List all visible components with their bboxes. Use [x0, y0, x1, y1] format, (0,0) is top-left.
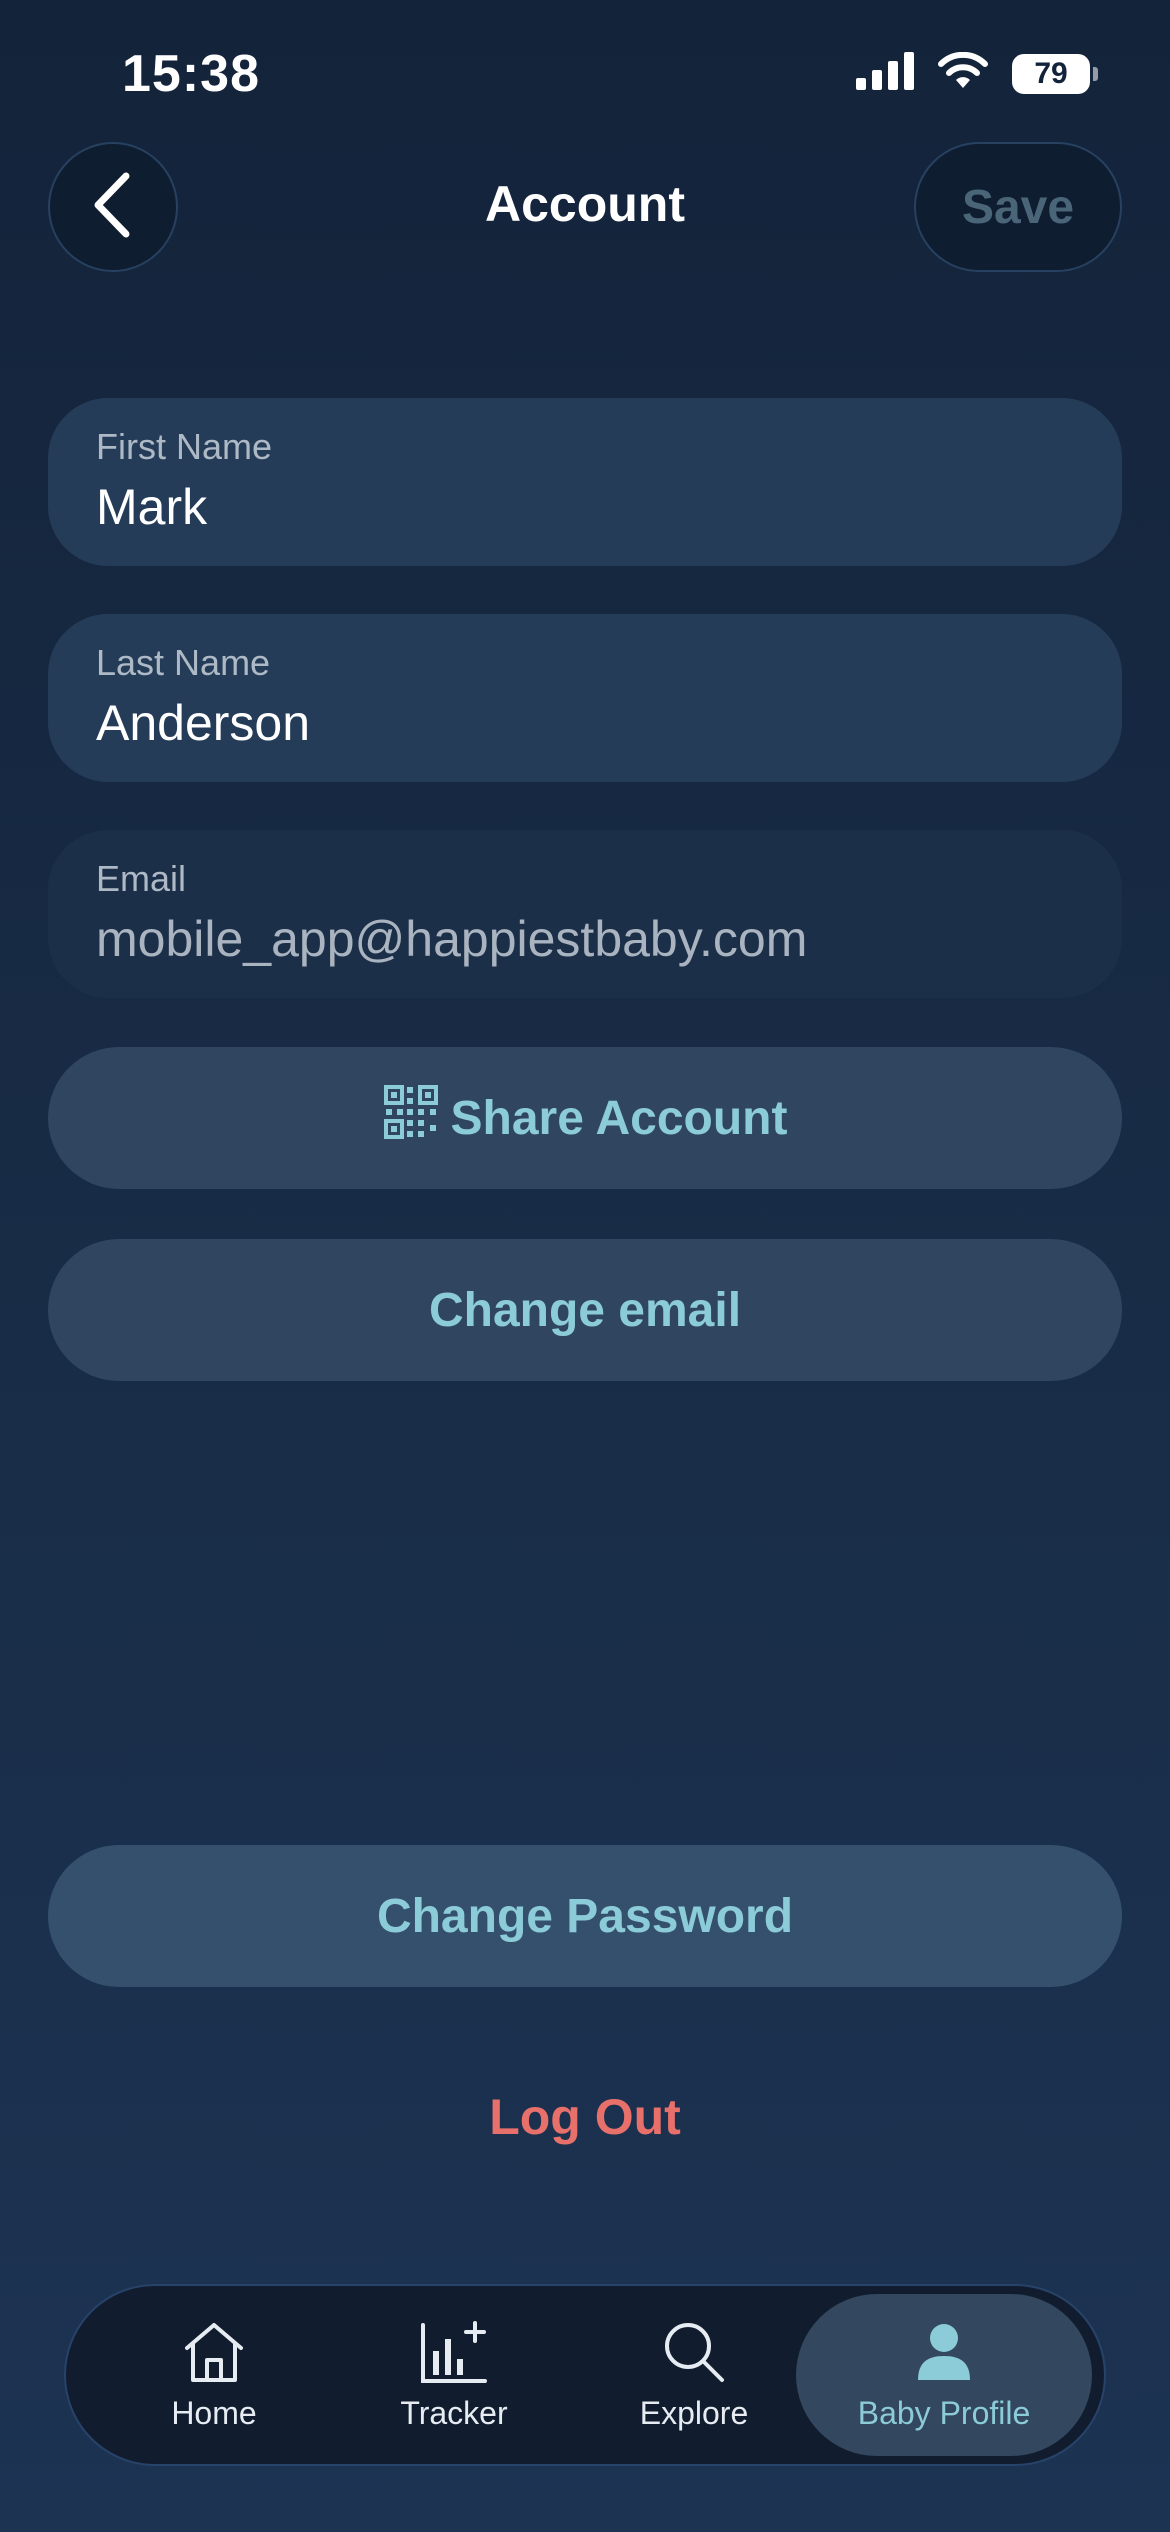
change-password-button[interactable]: Change Password [48, 1845, 1122, 1987]
change-email-button[interactable]: Change email [48, 1239, 1122, 1381]
email-label: Email [96, 858, 187, 899]
nav-item-tracker[interactable]: Tracker [344, 2294, 564, 2456]
log-out-button[interactable]: Log Out [0, 2088, 1170, 2146]
nav-label-home: Home [171, 2394, 257, 2431]
qr-code-icon [383, 1084, 439, 1152]
nav-item-home[interactable]: Home [104, 2294, 324, 2456]
last-name-input[interactable] [96, 694, 1074, 752]
cellular-signal-icon [856, 52, 914, 95]
bottom-nav: Home Tracker Explore Baby Profile [64, 2284, 1106, 2466]
first-name-field[interactable]: First Name [48, 398, 1122, 566]
share-account-button[interactable]: Share Account [48, 1047, 1122, 1189]
first-name-label: First Name [96, 426, 273, 467]
nav-label-explore: Explore [639, 2394, 749, 2431]
last-name-field[interactable]: Last Name [48, 614, 1122, 782]
first-name-input[interactable] [96, 478, 1074, 536]
nav-item-explore[interactable]: Explore [584, 2294, 804, 2456]
profile-icon [916, 2319, 972, 2385]
tracker-chart-icon [419, 2319, 489, 2385]
save-button[interactable]: Save [914, 142, 1122, 272]
change-password-label: Change Password [376, 1889, 794, 1943]
wifi-icon [936, 51, 990, 95]
nav-item-baby-profile[interactable]: Baby Profile [796, 2294, 1092, 2456]
change-email-label: Change email [428, 1283, 742, 1337]
email-field: Email [48, 830, 1122, 998]
status-icons: 79 [856, 51, 1098, 95]
nav-label-baby-profile: Baby Profile [857, 2394, 1031, 2431]
email-input [96, 910, 1074, 968]
share-account-label: Share Account [450, 1091, 788, 1145]
status-time: 15:38 [122, 45, 260, 103]
search-icon [661, 2319, 727, 2385]
battery-icon: 79 [1012, 53, 1098, 94]
nav-label-tracker: Tracker [400, 2394, 508, 2431]
last-name-label: Last Name [96, 642, 271, 683]
home-icon [181, 2319, 247, 2385]
